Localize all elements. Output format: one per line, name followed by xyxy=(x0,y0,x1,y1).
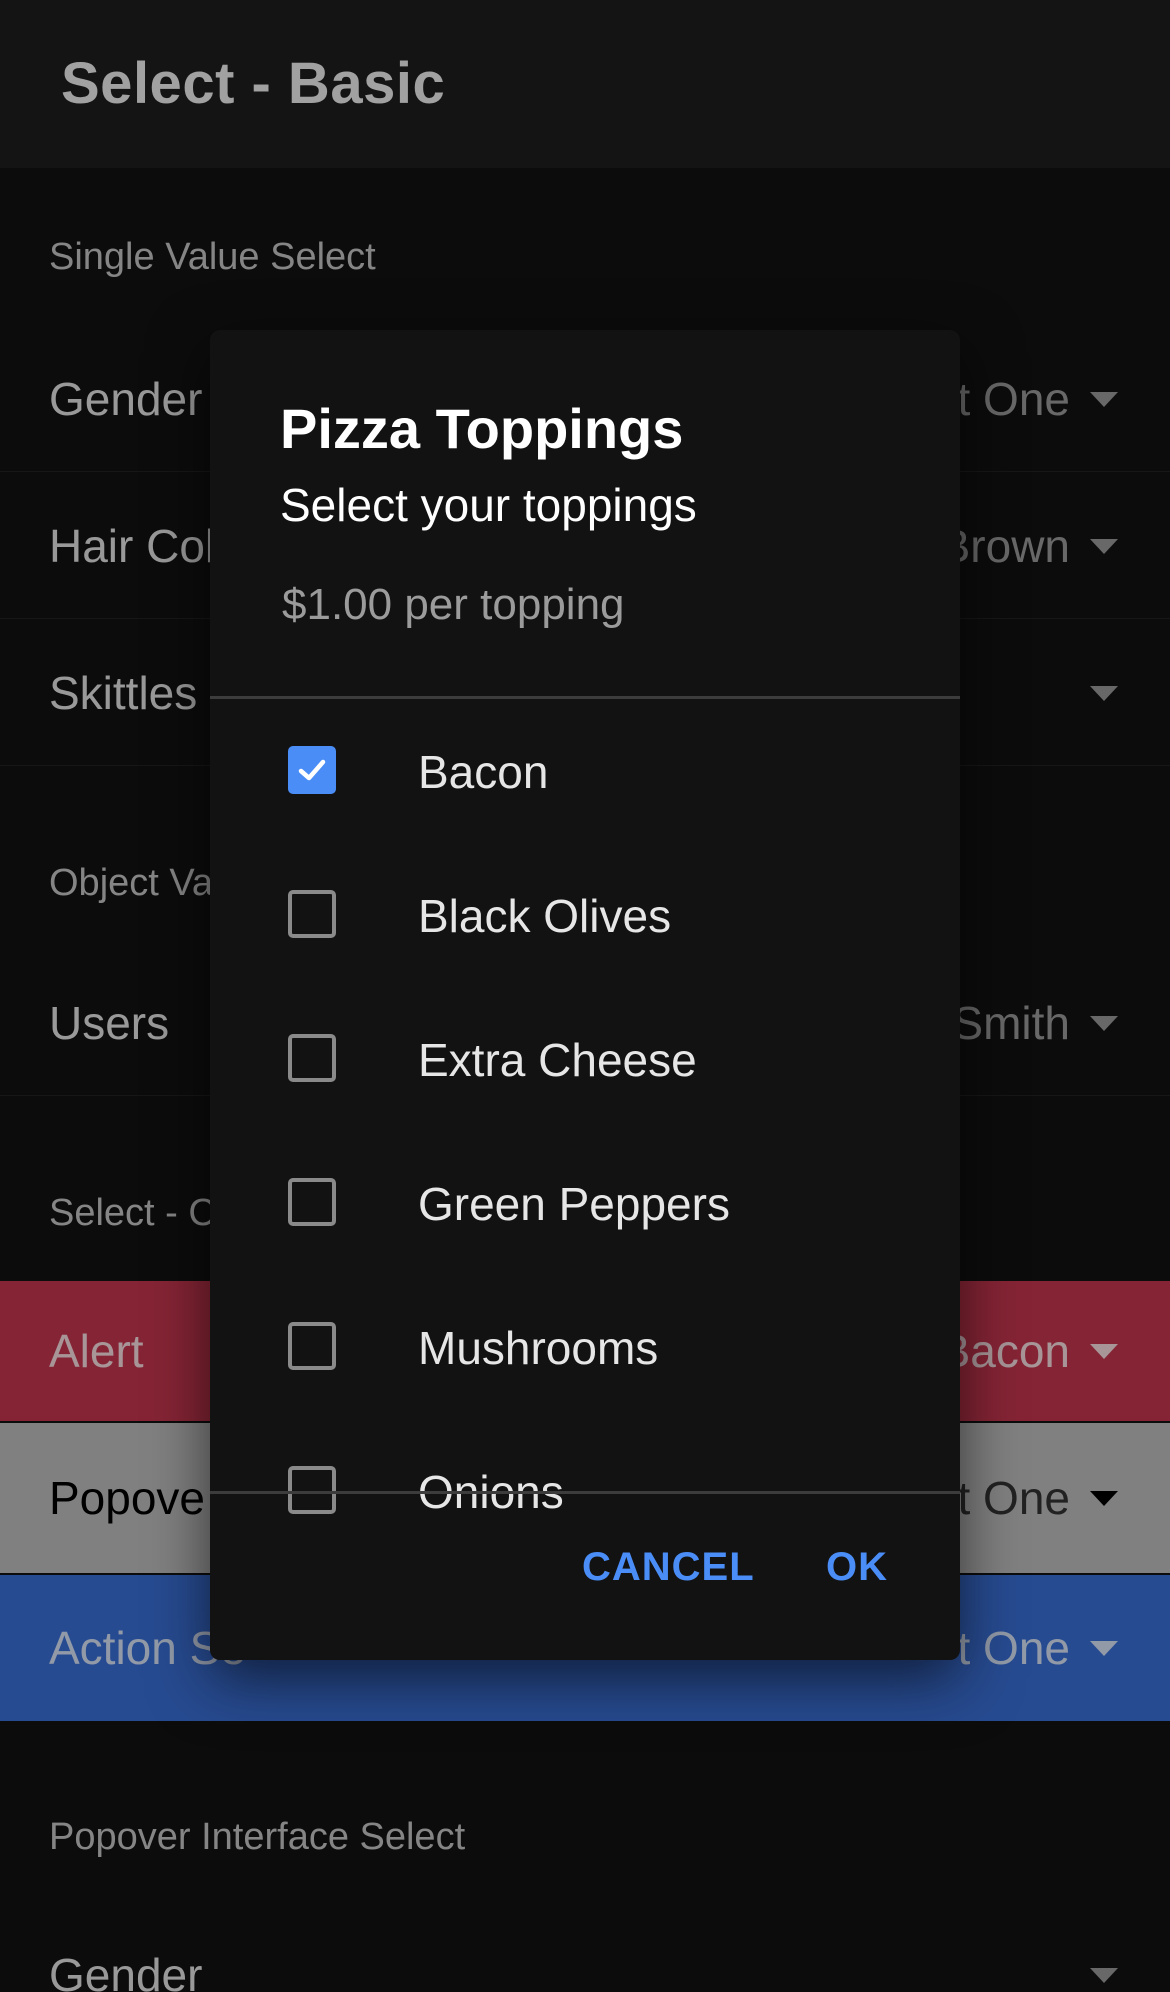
dialog-title: Pizza Toppings xyxy=(280,397,684,460)
divider xyxy=(210,1491,960,1494)
check-icon xyxy=(298,759,326,781)
dialog-message: $1.00 per topping xyxy=(282,580,625,629)
ok-button[interactable]: OK xyxy=(826,1545,888,1590)
option-row-mushrooms[interactable]: Mushrooms xyxy=(210,1275,960,1419)
checkbox-unchecked[interactable] xyxy=(288,1322,336,1370)
option-row-green-peppers[interactable]: Green Peppers xyxy=(210,1131,960,1275)
checkbox-unchecked[interactable] xyxy=(288,1034,336,1082)
option-label: Mushrooms xyxy=(418,1322,659,1374)
option-row-extra-cheese[interactable]: Extra Cheese xyxy=(210,987,960,1131)
checkbox-unchecked[interactable] xyxy=(288,1178,336,1226)
checkbox-unchecked[interactable] xyxy=(288,890,336,938)
option-label: Green Peppers xyxy=(418,1178,730,1230)
checkbox-unchecked[interactable] xyxy=(288,1466,336,1514)
option-label: Bacon xyxy=(418,746,549,798)
dialog-subtitle: Select your toppings xyxy=(280,479,697,531)
checkbox-checked[interactable] xyxy=(288,746,336,794)
option-label: Black Olives xyxy=(418,890,672,942)
checkbox-alert-dialog: Pizza Toppings Select your toppings $1.0… xyxy=(210,330,960,1660)
cancel-button[interactable]: CANCEL xyxy=(582,1545,755,1590)
option-label: Extra Cheese xyxy=(418,1034,697,1086)
options-list[interactable]: Bacon Black Olives Extra Cheese Green Pe… xyxy=(210,699,960,1660)
option-row-black-olives[interactable]: Black Olives xyxy=(210,843,960,987)
option-row-bacon[interactable]: Bacon xyxy=(210,699,960,843)
